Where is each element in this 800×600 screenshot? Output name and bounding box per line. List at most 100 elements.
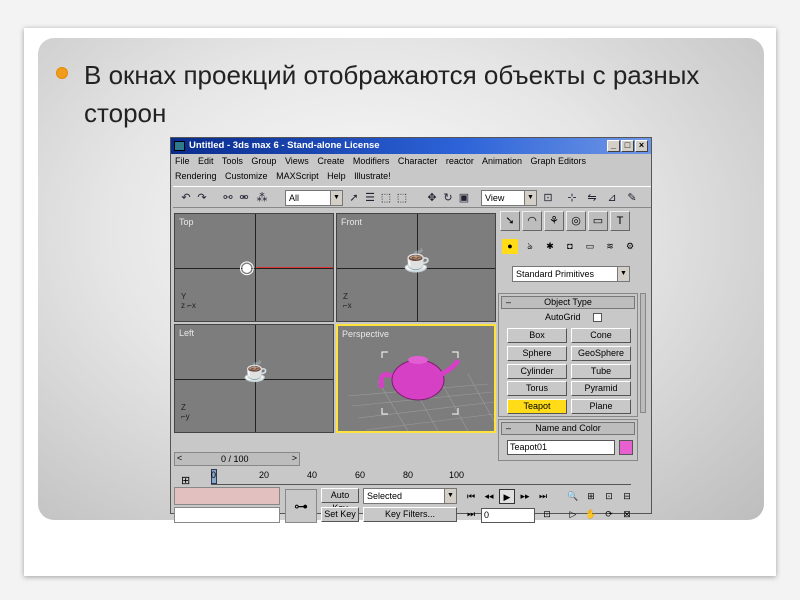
teapot-object[interactable]: ◉ bbox=[239, 256, 255, 278]
zoom-icon[interactable]: 🔍 bbox=[565, 489, 581, 504]
menu-animation[interactable]: Animation bbox=[482, 156, 522, 166]
window-crossing-icon[interactable]: ⬚ bbox=[395, 191, 409, 205]
helpers-icon[interactable]: ▭ bbox=[582, 239, 598, 254]
viewport-top[interactable]: Top ◉ Yz ⌐x bbox=[174, 213, 334, 322]
menu-file[interactable]: File bbox=[175, 156, 190, 166]
auto-key-button[interactable]: Auto Key bbox=[321, 488, 359, 513]
snap-icon[interactable]: ⊹ bbox=[565, 191, 579, 205]
selection-filter-dropdown[interactable]: All ▼ bbox=[285, 190, 343, 206]
close-button[interactable]: × bbox=[635, 140, 648, 152]
menu-create[interactable]: Create bbox=[317, 156, 344, 166]
menu-rendering[interactable]: Rendering bbox=[175, 171, 217, 181]
shapes-icon[interactable]: ঌ bbox=[522, 239, 538, 254]
cone-button[interactable]: Cone bbox=[571, 328, 631, 343]
rotate-icon[interactable]: ↻ bbox=[441, 191, 455, 205]
menu-character[interactable]: Character bbox=[398, 156, 438, 166]
redo-icon[interactable]: ↷ bbox=[195, 191, 209, 205]
scale-icon[interactable]: ▣ bbox=[457, 191, 471, 205]
chevron-left-icon[interactable]: < bbox=[177, 453, 182, 463]
object-name-input[interactable]: Teapot01 bbox=[507, 440, 615, 455]
space-warps-icon[interactable]: ≋ bbox=[602, 239, 618, 254]
cameras-icon[interactable]: ◘ bbox=[562, 239, 578, 254]
object-type-header[interactable]: – Object Type bbox=[501, 296, 635, 309]
menu-customize[interactable]: Customize bbox=[225, 171, 268, 181]
menu-tools[interactable]: Tools bbox=[222, 156, 243, 166]
next-frame-icon[interactable]: ▸▸ bbox=[517, 489, 533, 504]
minimize-button[interactable]: _ bbox=[607, 140, 620, 152]
unlink-icon[interactable]: ⚮ bbox=[237, 191, 251, 205]
teapot-object[interactable]: ☕ bbox=[243, 361, 268, 383]
chevron-right-icon[interactable]: > bbox=[292, 453, 297, 463]
track-bar[interactable]: 0 20 40 60 80 100 bbox=[211, 469, 631, 485]
viewport-perspective[interactable]: Perspective bbox=[336, 324, 496, 433]
move-icon[interactable]: ✥ bbox=[425, 191, 439, 205]
autogrid-checkbox[interactable] bbox=[593, 313, 602, 322]
viewport-left[interactable]: Left ☕ Z ⌐y bbox=[174, 324, 334, 433]
maximize-viewport-icon[interactable]: ⊠ bbox=[619, 507, 635, 522]
menu-views[interactable]: Views bbox=[285, 156, 309, 166]
lights-icon[interactable]: ✱ bbox=[542, 239, 558, 254]
named-selection-icon[interactable]: ✎ bbox=[625, 191, 639, 205]
menu-edit[interactable]: Edit bbox=[198, 156, 214, 166]
zoom-extents-icon[interactable]: ⊡ bbox=[601, 489, 617, 504]
display-tab-icon[interactable]: ▭ bbox=[588, 211, 608, 231]
maxscript-listener[interactable] bbox=[174, 487, 280, 505]
bind-space-warp-icon[interactable]: ⁂ bbox=[255, 191, 269, 205]
create-tab-icon[interactable]: ➘ bbox=[500, 211, 520, 231]
teapot-object[interactable]: ☕ bbox=[403, 250, 430, 272]
current-frame-input[interactable]: 0 bbox=[481, 508, 535, 523]
menu-graph-editors[interactable]: Graph Editors bbox=[531, 156, 587, 166]
command-panel-scrollbar[interactable] bbox=[640, 293, 646, 413]
pivot-center-icon[interactable]: ⊡ bbox=[541, 191, 555, 205]
menu-modifiers[interactable]: Modifiers bbox=[353, 156, 390, 166]
object-color-swatch[interactable] bbox=[619, 440, 633, 455]
select-link-icon[interactable]: ⚯ bbox=[221, 191, 235, 205]
modify-tab-icon[interactable]: ◠ bbox=[522, 211, 542, 231]
reference-coord-dropdown[interactable]: View ▼ bbox=[481, 190, 537, 206]
menu-group[interactable]: Group bbox=[251, 156, 276, 166]
plane-button[interactable]: Plane bbox=[571, 399, 631, 414]
motion-tab-icon[interactable]: ◎ bbox=[566, 211, 586, 231]
tube-button[interactable]: Tube bbox=[571, 364, 631, 379]
geometry-icon[interactable]: ● bbox=[502, 239, 518, 254]
maximize-button[interactable]: □ bbox=[621, 140, 634, 152]
status-prompt[interactable] bbox=[174, 507, 280, 523]
align-icon[interactable]: ⊿ bbox=[605, 191, 619, 205]
pan-icon[interactable]: ✋ bbox=[583, 507, 599, 522]
undo-icon[interactable]: ↶ bbox=[179, 191, 193, 205]
cylinder-button[interactable]: Cylinder bbox=[507, 364, 567, 379]
sphere-button[interactable]: Sphere bbox=[507, 346, 567, 361]
menu-help[interactable]: Help bbox=[327, 171, 346, 181]
torus-button[interactable]: Torus bbox=[507, 381, 567, 396]
teapot-button[interactable]: Teapot bbox=[507, 399, 567, 414]
hierarchy-tab-icon[interactable]: ⚘ bbox=[544, 211, 564, 231]
key-filters-button[interactable]: Key Filters... bbox=[363, 507, 457, 522]
arc-rotate-icon[interactable]: ⟳ bbox=[601, 507, 617, 522]
track-bar-icon[interactable]: ⊞ bbox=[181, 474, 190, 487]
set-key-button[interactable]: Set Key bbox=[321, 507, 359, 522]
name-color-header[interactable]: – Name and Color bbox=[501, 422, 635, 435]
zoom-extents-all-icon[interactable]: ⊟ bbox=[619, 489, 635, 504]
geosphere-button[interactable]: GeoSphere bbox=[571, 346, 631, 361]
systems-icon[interactable]: ⚙ bbox=[622, 239, 638, 254]
key-icon[interactable]: ⊶ bbox=[285, 489, 317, 523]
key-mode-dropdown[interactable]: Selected ▼ bbox=[363, 488, 457, 504]
region-select-icon[interactable]: ⬚ bbox=[379, 191, 393, 205]
mirror-icon[interactable]: ⇋ bbox=[585, 191, 599, 205]
box-button[interactable]: Box bbox=[507, 328, 567, 343]
field-of-view-icon[interactable]: ▷ bbox=[565, 507, 581, 522]
category-dropdown[interactable]: Standard Primitives ▼ bbox=[512, 266, 630, 282]
goto-start-icon[interactable]: ⏮ bbox=[463, 489, 479, 504]
viewport-front[interactable]: Front ☕ Z ⌐x bbox=[336, 213, 496, 322]
time-config-icon[interactable]: ⊡ bbox=[539, 507, 555, 522]
prev-frame-icon[interactable]: ◂◂ bbox=[481, 489, 497, 504]
pyramid-button[interactable]: Pyramid bbox=[571, 381, 631, 396]
utilities-tab-icon[interactable]: T bbox=[610, 211, 630, 231]
goto-end-icon[interactable]: ⏭ bbox=[535, 489, 551, 504]
menu-reactor[interactable]: reactor bbox=[446, 156, 474, 166]
menu-illustrate[interactable]: Illustrate! bbox=[354, 171, 391, 181]
play-icon[interactable]: ▶ bbox=[499, 489, 515, 504]
menu-maxscript[interactable]: MAXScript bbox=[276, 171, 319, 181]
select-by-name-icon[interactable]: ☰ bbox=[363, 191, 377, 205]
time-slider[interactable]: < 0 / 100 > bbox=[174, 452, 300, 466]
